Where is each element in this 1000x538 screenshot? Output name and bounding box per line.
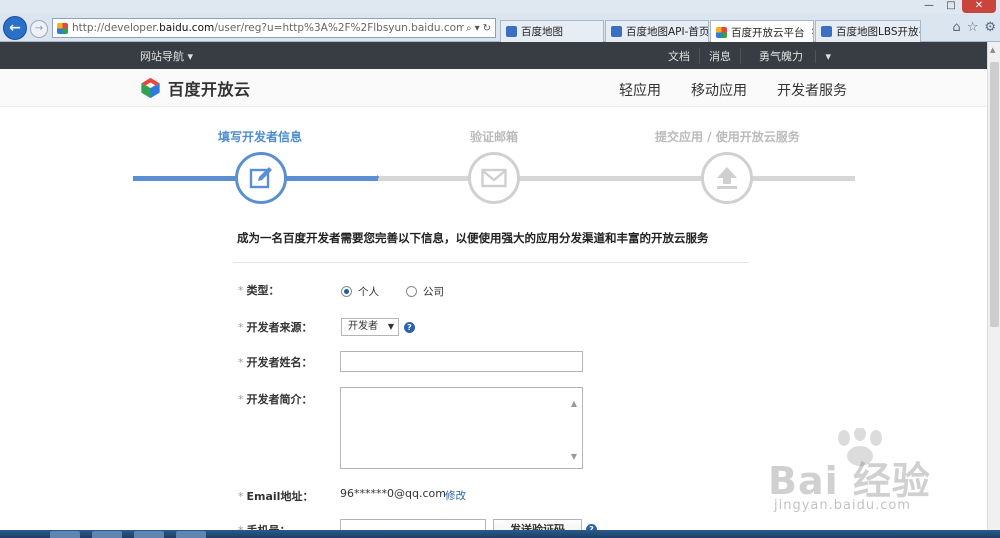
radio-unchecked-icon: [406, 286, 417, 297]
taskbar-item[interactable]: [92, 531, 122, 538]
name-label: * 开发者姓名：: [238, 356, 313, 369]
map-icon: [506, 26, 517, 37]
main-nav: 轻应用 移动应用 开发者服务: [619, 80, 847, 100]
site-header: 百度开放云 轻应用 移动应用 开发者服务: [0, 69, 987, 107]
taskbar: [0, 530, 1000, 538]
progress-arrow-icon: ›: [376, 172, 380, 183]
forward-button[interactable]: →: [30, 20, 48, 38]
url-text[interactable]: http://developer.baidu.com/user/reg?u=ht…: [72, 22, 464, 34]
nav-developer-service[interactable]: 开发者服务: [777, 80, 847, 100]
tab-baidu-lbs[interactable]: 百度地图LBS开放平...: [815, 20, 921, 42]
step-2-label: 验证邮箱: [470, 130, 519, 144]
baidu-cloud-icon: [716, 26, 727, 38]
minimize-button[interactable]: —: [918, 0, 940, 13]
logo-text: 百度开放云: [168, 80, 251, 99]
scroll-down-icon: ▼: [570, 452, 577, 461]
window-controls: — □ ✕: [918, 0, 996, 13]
map-icon: [821, 26, 832, 37]
scroll-up-icon: ▲: [570, 399, 577, 408]
taskbar-item[interactable]: [176, 531, 206, 538]
intro-text: 成为一名百度开发者需要您完善以下信息，以便使用强大的应用分发渠道和丰富的开放云服…: [237, 231, 709, 245]
browser-right-icons: ⌂ ☆ ⚙: [952, 20, 996, 35]
page-scrollbar[interactable]: ▲: [987, 42, 1000, 538]
site-nav-menu[interactable]: 网站导航 ▾: [140, 48, 193, 64]
scroll-up-icon[interactable]: ▲: [990, 46, 995, 54]
edit-icon: [249, 167, 272, 189]
map-icon: [611, 26, 622, 37]
nav-mobile-app[interactable]: 移动应用: [691, 80, 747, 100]
arrow-left-icon: ←: [9, 20, 21, 36]
radio-checked-icon: [341, 286, 352, 297]
refresh-icon[interactable]: ↻: [483, 23, 491, 34]
radio-personal[interactable]: 个人: [341, 284, 379, 299]
mail-icon: [481, 168, 507, 188]
step-2-circle: [468, 152, 520, 204]
scroll-thumb[interactable]: [990, 62, 999, 327]
radio-company[interactable]: 公司: [406, 284, 444, 299]
chevron-down-icon: ▼: [387, 322, 394, 331]
messages-link[interactable]: 消息: [698, 48, 740, 64]
window-titlebar: — □ ✕: [0, 0, 1000, 14]
dropdown-icon[interactable]: ▾: [475, 23, 480, 34]
back-button[interactable]: ←: [3, 16, 27, 40]
divider: [233, 262, 749, 263]
source-select[interactable]: 开发者 ▼: [341, 318, 399, 336]
close-tab-icon[interactable]: ✕: [811, 27, 814, 38]
email-value: 96******0@qq.com: [340, 487, 446, 500]
site-top-bar: 网站导航 ▾ 文档 消息 勇气魄力 ▾: [0, 42, 987, 69]
web-page: 网站导航 ▾ 文档 消息 勇气魄力 ▾ 百度开放云 轻应用 移动应用 开发者服务…: [0, 42, 987, 538]
site-favicon-icon: [57, 22, 68, 34]
tab-baidu-map[interactable]: 百度地图: [500, 20, 604, 42]
tab-baidu-map-api[interactable]: 百度地图API-首页: [605, 20, 709, 42]
step-1-circle: [235, 152, 287, 204]
name-input[interactable]: [340, 351, 583, 372]
upload-icon: [717, 167, 737, 189]
step-3-circle: [701, 152, 753, 204]
bio-label: * 开发者简介：: [238, 393, 313, 406]
top-links: 文档 消息 勇气魄力 ▾: [659, 48, 849, 64]
help-icon[interactable]: ?: [404, 322, 415, 333]
tab-baidu-cloud[interactable]: 百度开放云平台 ✕: [710, 20, 814, 43]
search-icon[interactable]: ⌕: [466, 23, 472, 34]
chevron-down-icon: ▾: [815, 50, 840, 63]
star-icon[interactable]: ☆: [967, 20, 979, 35]
step-1-label: 填写开发者信息: [218, 130, 303, 144]
address-bar[interactable]: http://developer.baidu.com/user/reg?u=ht…: [52, 18, 496, 38]
close-window-button[interactable]: ✕: [962, 0, 996, 13]
source-label: * 开发者来源：: [238, 321, 313, 334]
chevron-down-icon: ▾: [187, 50, 194, 63]
logo[interactable]: 百度开放云: [140, 76, 251, 100]
docs-link[interactable]: 文档: [659, 48, 699, 64]
baidu-cloud-logo-icon: [141, 77, 160, 99]
email-label: * Email地址：: [238, 490, 314, 503]
bio-textarea[interactable]: ▲ ▼: [340, 387, 583, 469]
arrow-right-icon: →: [34, 23, 44, 34]
edit-email-link[interactable]: 修改: [445, 488, 466, 503]
home-icon[interactable]: ⌂: [952, 20, 960, 35]
nav-light-app[interactable]: 轻应用: [619, 80, 661, 100]
browser-toolbar: ← → http://developer.baidu.com/user/reg?…: [0, 14, 1000, 43]
taskbar-item[interactable]: [134, 531, 164, 538]
gear-icon[interactable]: ⚙: [984, 20, 996, 35]
address-tools: ⌕ ▾ ↻: [466, 23, 491, 34]
type-label: * 类型：: [238, 284, 280, 297]
taskbar-item[interactable]: [50, 531, 80, 538]
maximize-button[interactable]: □: [940, 0, 962, 13]
step-3-label: 提交应用 / 使用开放云服务: [655, 130, 800, 144]
user-menu[interactable]: 勇气魄力 ▾: [739, 48, 849, 64]
